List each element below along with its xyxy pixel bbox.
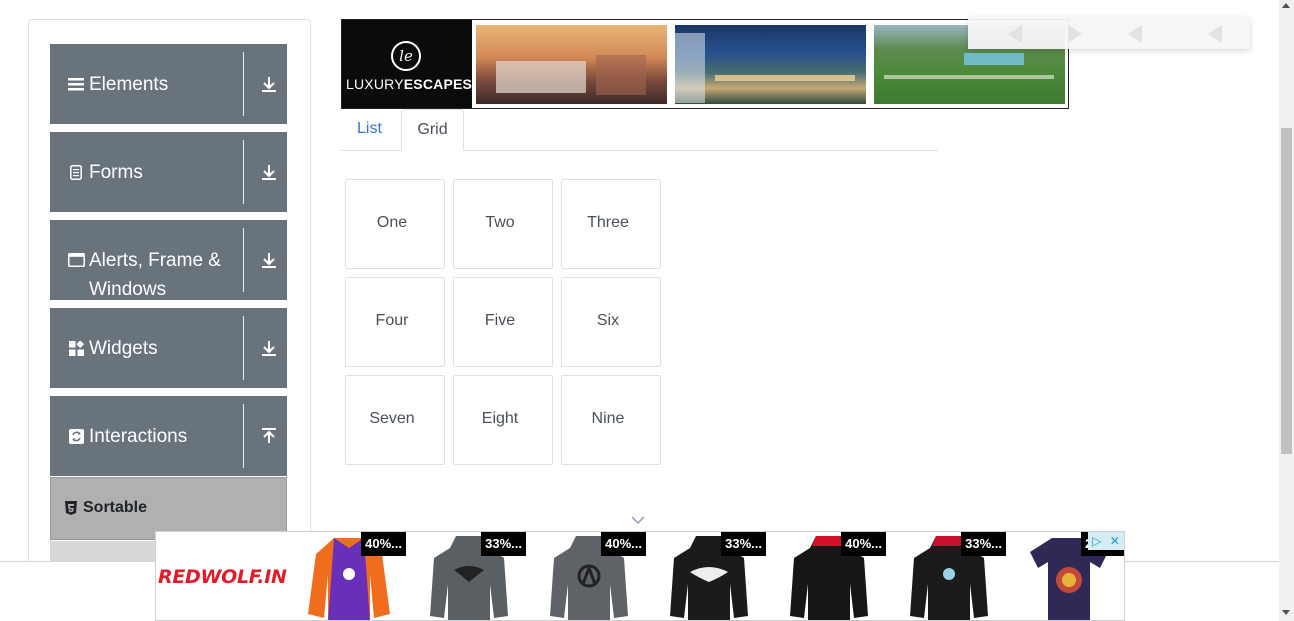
download-arrow-icon[interactable] [260,338,278,358]
sidebar-item-sortable-title: Sortable [65,499,147,517]
ad-product[interactable]: 33%... [406,532,526,620]
grid-item-label: Six [596,312,620,329]
ad-product[interactable]: 40%... [766,532,886,620]
discount-badge: 33%... [481,532,526,556]
sidebar-group-label: Widgets [89,338,158,359]
grid-item-label: One [376,214,408,231]
ad-brand-name: LUXURYESCAPES [346,76,473,92]
bars-icon [67,75,85,93]
sidebar-group-label: Alerts, Frame & Windows [89,250,221,300]
sidebar-group-label: Interactions [89,426,188,447]
group-divider [243,316,244,380]
group-divider [243,228,244,292]
refresh-icon [67,427,85,445]
grid-item-seven[interactable]: Seven [345,375,445,465]
ad-brand-mark: le [391,41,421,71]
html5-icon [65,501,77,515]
grid-item-eight[interactable]: Eight [453,375,553,465]
discount-badge: 33%... [721,532,766,556]
discount-badge: 40%... [841,532,886,556]
sidebar-group-alerts-title: Alerts, Frame & Windows [67,246,237,304]
grid-item-label: Three [587,214,629,231]
luxury-escapes-ad[interactable]: le LUXURYESCAPES [341,19,1069,109]
ad-product[interactable]: 33%... [886,532,1006,620]
close-icon[interactable]: ✕ [1110,534,1120,548]
sidebar-item-label: Sortable [83,499,148,516]
discount-badge: 33%... [961,532,1006,556]
grid-item-label: Eight [481,410,519,427]
grid-item-label: Five [484,312,516,329]
adchoices-icon[interactable]: ▷ [1092,534,1101,548]
grid-item-one[interactable]: One [345,179,445,269]
ad-photo-beach [675,25,866,104]
chevron-down-icon[interactable] [630,514,646,526]
sidebar-group-widgets[interactable]: Widgets [50,308,287,388]
window-icon [67,251,85,269]
download-arrow-icon[interactable] [260,250,278,270]
scroll-up-arrow-icon[interactable] [1282,3,1290,8]
grid-item-nine[interactable]: Nine [561,375,661,465]
ad-overlay-strip [968,17,1250,49]
discount-badge: 40%... [601,532,646,556]
sidebar-group-elements-title: Elements [67,70,237,99]
download-arrow-icon[interactable] [260,74,278,94]
scroll-thumb[interactable] [1281,128,1292,454]
grid-item-two[interactable]: Two [453,179,553,269]
widgets-icon [67,339,85,357]
ad-choices[interactable]: ▷ ✕ [1088,532,1124,550]
scroll-down-arrow-icon[interactable] [1282,610,1290,615]
grid-item-label: Nine [591,410,625,427]
tab-list[interactable]: List [341,109,398,151]
group-divider [243,404,244,468]
grid-item-five[interactable]: Five [453,277,553,367]
sidebar-group-interactions[interactable]: Interactions [50,396,287,476]
sidebar-group-widgets-title: Widgets [67,334,237,363]
sidebar-group-label: Forms [89,162,143,183]
sidebar-group-alerts[interactable]: Alerts, Frame & Windows [50,220,287,300]
sidebar-group-forms[interactable]: Forms [50,132,287,212]
redwolf-logo: REDWOLF.IN [158,566,287,588]
upload-arrow-icon[interactable] [260,426,278,446]
sidebar-group-interactions-title: Interactions [67,422,237,451]
ad-brand-logo: le LUXURYESCAPES [342,20,473,108]
grid-item-three[interactable]: Three [561,179,661,269]
group-divider [243,52,244,116]
grid-item-six[interactable]: Six [561,277,661,367]
ad-product[interactable]: 33%... [646,532,766,620]
download-arrow-icon[interactable] [260,162,278,182]
ad-brand-bold: ESCAPES [403,76,473,92]
page-scrollbar[interactable] [1279,0,1294,621]
sidebar-group-elements[interactable]: Elements [50,44,287,124]
grid-item-four[interactable]: Four [345,277,445,367]
ad-photo-city [476,25,667,104]
document-icon [67,163,85,181]
discount-badge: 40%... [361,532,406,556]
list-grid-tabs: List Grid [341,109,938,151]
grid-item-label: Seven [369,410,415,427]
tab-grid[interactable]: Grid [401,109,464,151]
ad-product[interactable]: 40%... [286,532,406,620]
ad-product[interactable]: 40%... [526,532,646,620]
sidebar-group-label: Elements [89,74,169,95]
redwolf-ad[interactable]: REDWOLF.IN 40%... 33%... 40%... 33%... 4… [155,531,1125,621]
ad-brand-light: LUXURY [346,76,404,92]
sidebar-group-forms-title: Forms [67,158,237,187]
grid-item-label: Four [375,312,409,329]
group-divider [243,140,244,204]
grid-item-label: Two [485,214,515,231]
